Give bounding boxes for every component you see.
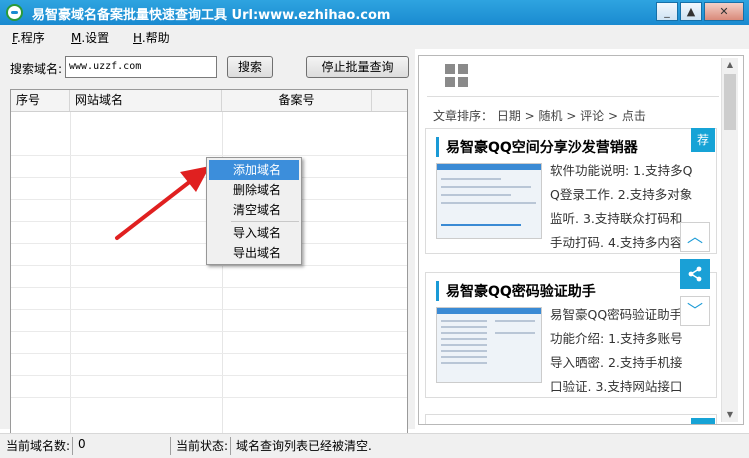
context-delete-domain[interactable]: 删除域名 <box>209 180 299 200</box>
context-separator <box>231 221 299 222</box>
stop-batch-query-button[interactable]: 停止批量查询 <box>306 56 409 78</box>
column-header-icp[interactable]: 备案号 <box>222 90 372 111</box>
article-card[interactable]: 易智豪QQ密码验证助手 易智豪QQ密码验证助手 功能介绍: 1.支持多账号 导入… <box>425 272 717 398</box>
context-export-domains[interactable]: 导出域名 <box>209 243 299 263</box>
article-thumbnail[interactable] <box>436 163 542 239</box>
context-add-domain[interactable]: 添加域名 <box>209 160 299 180</box>
domain-count-value: 0 <box>78 437 86 451</box>
article-card[interactable] <box>425 414 717 424</box>
grid-view-icon[interactable] <box>445 64 469 88</box>
menu-bar: F.程序 M.设置 H.帮助 <box>0 25 749 49</box>
table-row[interactable] <box>11 134 407 156</box>
context-menu: 添加域名 删除域名 清空域名 导入域名 导出域名 <box>206 157 302 265</box>
recommended-badge: 荐 <box>691 128 715 152</box>
article-thumbnail[interactable] <box>436 307 542 383</box>
scrollbar-down-icon[interactable]: ▼ <box>722 408 738 422</box>
search-button[interactable]: 搜索 <box>227 56 273 78</box>
recommended-badge <box>691 418 715 424</box>
close-button[interactable]: ✕ <box>704 2 744 21</box>
table-row[interactable] <box>11 310 407 332</box>
domain-count-label: 当前域名数: <box>6 439 71 453</box>
title-bar: 易智豪域名备案批量快速查询工具 Url:www.ezhihao.com _ ▲ … <box>0 0 749 25</box>
status-separator <box>230 437 231 455</box>
article-scrollbar[interactable]: ▲ ▼ <box>721 58 738 422</box>
share-icon[interactable] <box>680 259 710 289</box>
minimize-button[interactable]: _ <box>656 2 678 21</box>
menu-program[interactable]: F.程序 <box>12 29 45 46</box>
divider <box>427 96 719 97</box>
context-import-domains[interactable]: 导入域名 <box>209 223 299 243</box>
status-message: 域名查询列表已经被清空. <box>236 439 372 453</box>
scrollbar-thumb[interactable] <box>724 74 736 130</box>
search-label: 搜索域名: <box>10 62 63 76</box>
app-logo-icon <box>6 4 23 21</box>
menu-help[interactable]: H.帮助 <box>133 29 170 46</box>
article-card[interactable]: 易智豪QQ空间分享沙发营销器 软件功能说明: 1.支持多Q Q登录工作. 2.支… <box>425 128 717 254</box>
article-title[interactable]: 易智豪QQ密码验证助手 <box>436 281 596 301</box>
column-header-index[interactable]: 序号 <box>11 90 70 111</box>
status-separator <box>72 437 73 455</box>
table-header: 序号 网站域名 备案号 <box>11 90 407 112</box>
table-row[interactable] <box>11 332 407 354</box>
article-title[interactable]: 易智豪QQ空间分享沙发营销器 <box>436 137 638 157</box>
domain-table[interactable]: 序号 网站域名 备案号 <box>10 89 408 458</box>
annotation-arrow-icon <box>115 166 210 240</box>
table-row[interactable] <box>11 354 407 376</box>
table-row[interactable] <box>11 376 407 398</box>
scrollbar-up-icon[interactable]: ▲ <box>722 58 738 72</box>
scroll-down-icon[interactable]: ﹀ <box>680 296 710 326</box>
status-separator <box>170 437 171 455</box>
context-clear-domains[interactable]: 清空域名 <box>209 200 299 220</box>
article-sort-bar[interactable]: 文章排序： 日期 > 随机 > 评论 > 点击 <box>433 107 646 124</box>
status-label: 当前状态: <box>176 439 229 453</box>
window-title: 易智豪域名备案批量快速查询工具 Url:www.ezhihao.com <box>32 8 391 23</box>
status-bar: 当前域名数: 0 当前状态: 域名查询列表已经被清空. <box>0 433 749 458</box>
table-row[interactable] <box>11 266 407 288</box>
maximize-button[interactable]: ▲ <box>680 2 702 21</box>
table-row[interactable] <box>11 288 407 310</box>
search-input[interactable]: www.uzzf.com <box>65 56 217 78</box>
column-header-domain[interactable]: 网站域名 <box>70 90 222 111</box>
scroll-up-icon[interactable]: ︿ <box>680 222 710 252</box>
menu-settings[interactable]: M.设置 <box>71 29 109 46</box>
